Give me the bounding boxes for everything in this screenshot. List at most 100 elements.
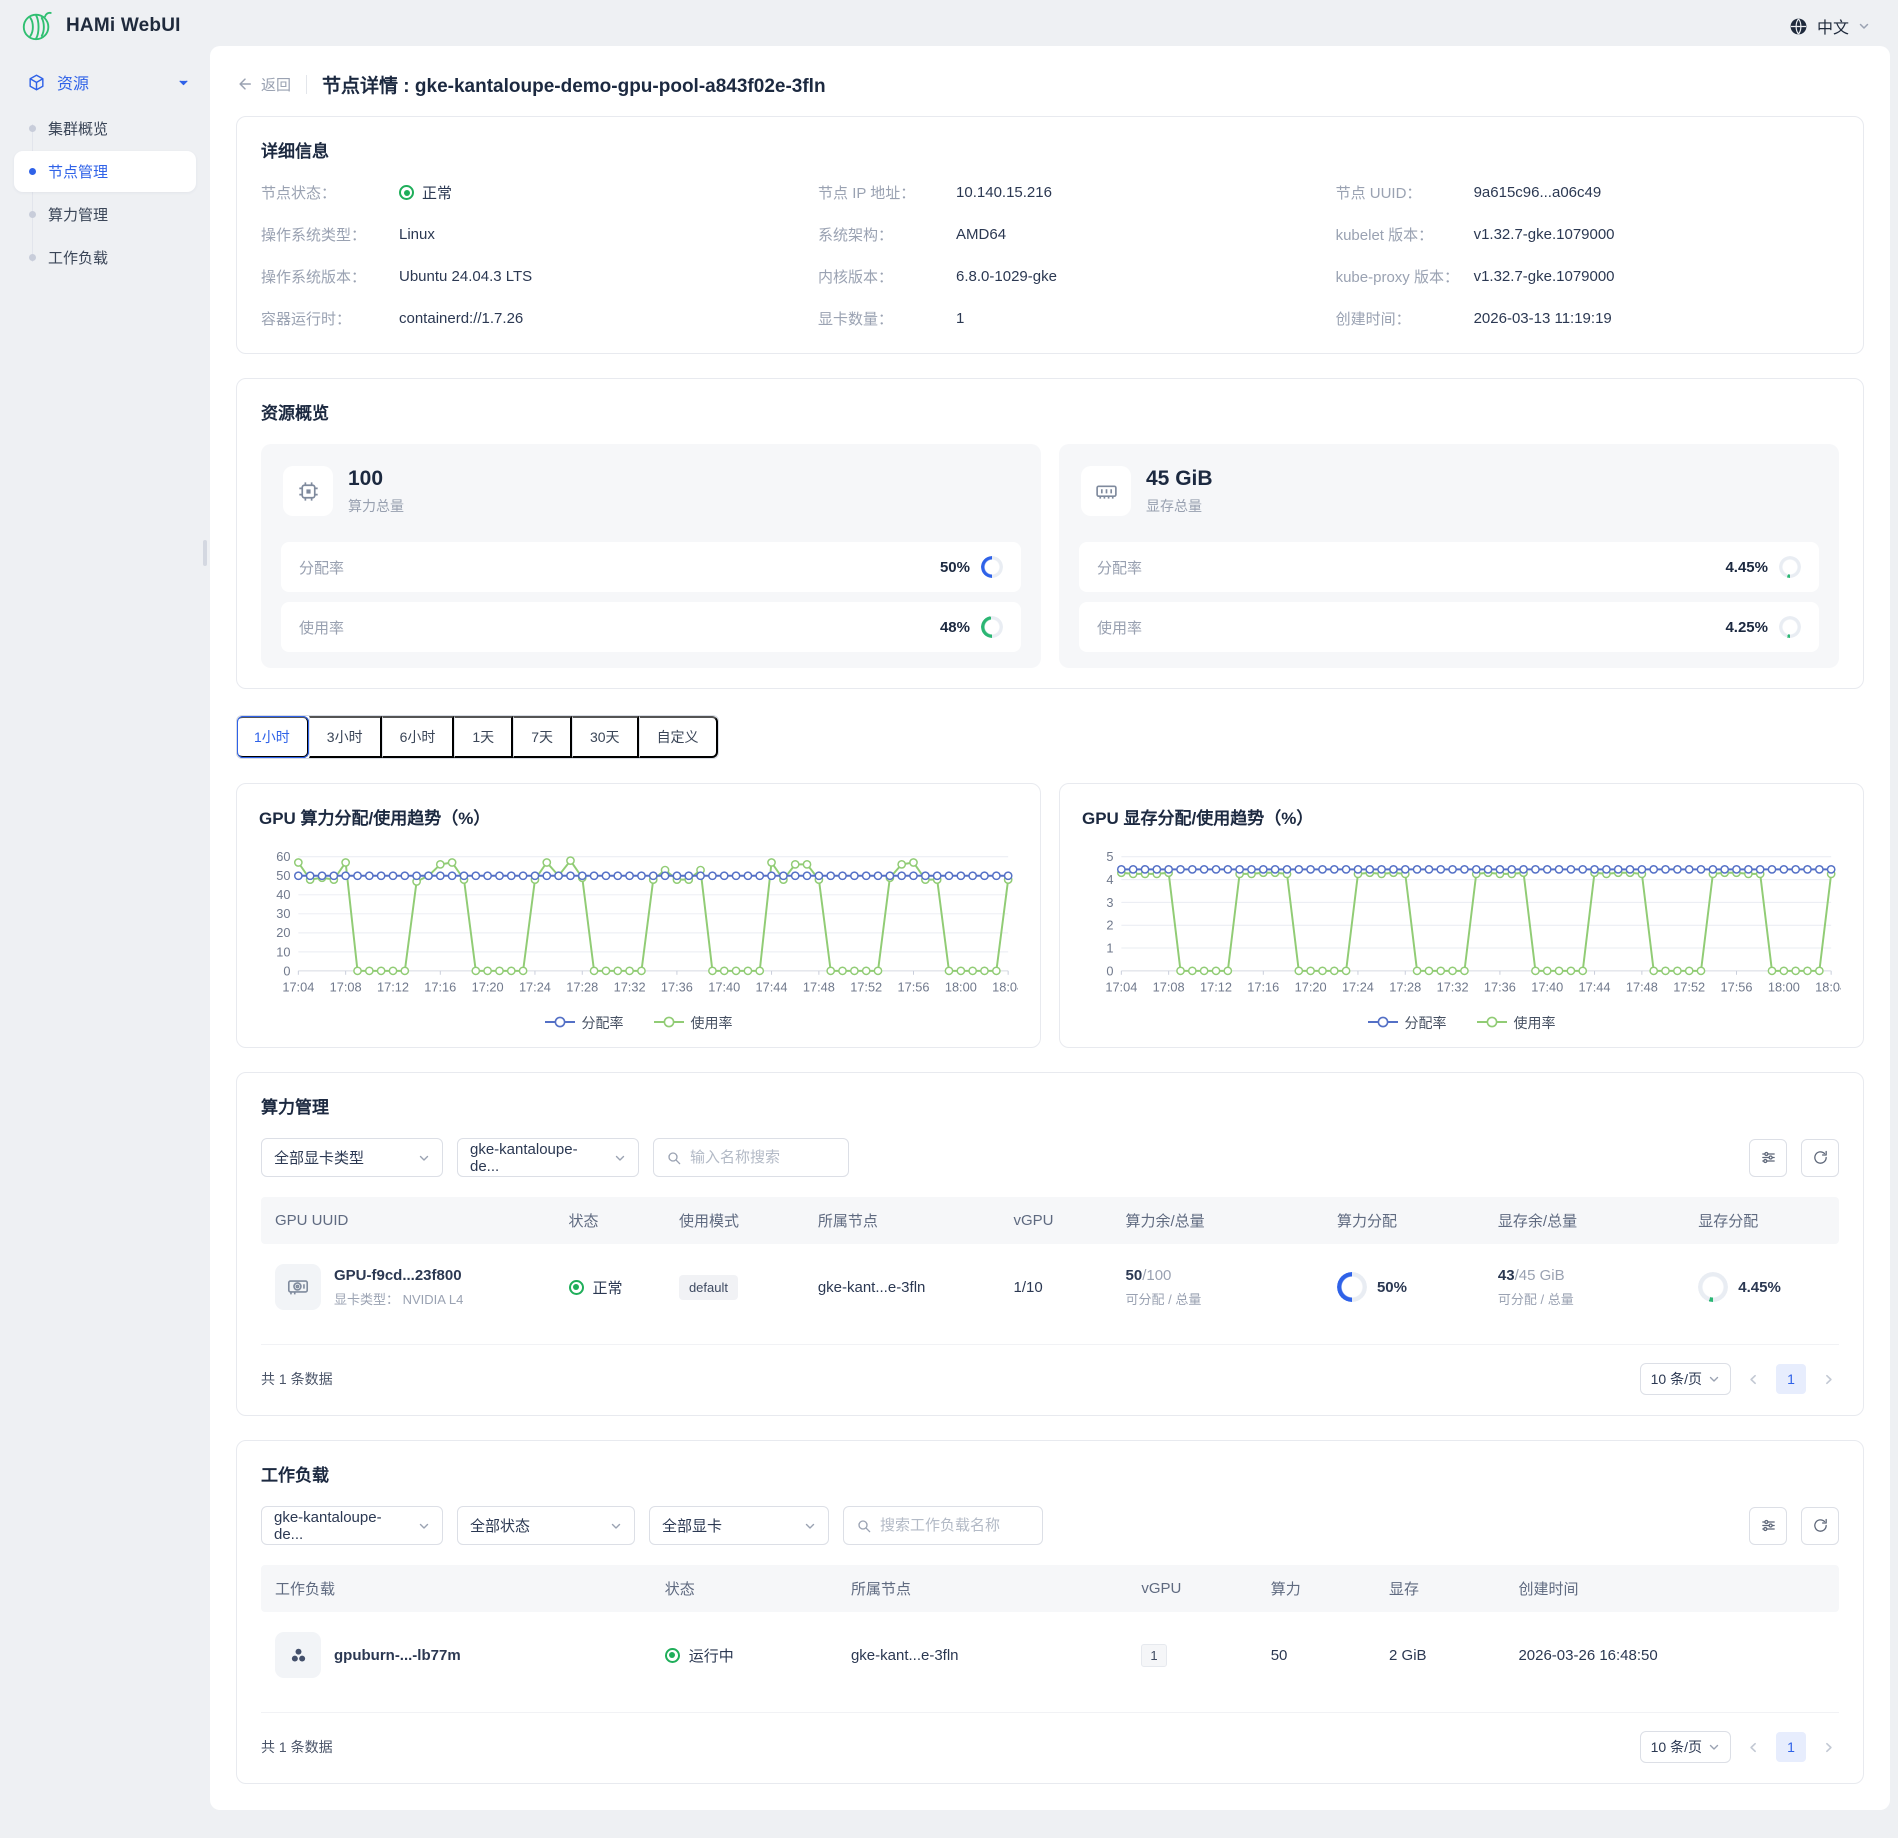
legend-label: 分配率 <box>1405 1013 1447 1033</box>
table-header-row: GPU UUID状态使用模式所属节点vGPU算力余/总量算力分配显存余/总量显存… <box>261 1197 1839 1244</box>
column-header: 状态 <box>651 1578 837 1599</box>
legend-item-使用率[interactable]: 使用率 <box>654 1013 733 1033</box>
column-header: 显存余/总量 <box>1484 1210 1684 1231</box>
total-count: 共 1 条数据 <box>261 1737 333 1757</box>
memory-alloc: 4.45% <box>1698 1272 1781 1302</box>
workload-name: gpuburn-...-lb77m <box>334 1647 461 1664</box>
time-range-button-1天[interactable]: 1天 <box>454 716 513 758</box>
rate-label: 分配率 <box>299 557 344 578</box>
compute-table: GPU UUID状态使用模式所属节点vGPU算力余/总量算力分配显存余/总量显存… <box>261 1197 1839 1330</box>
page-number-button[interactable]: 1 <box>1776 1364 1806 1394</box>
column-header: 显存 <box>1375 1578 1504 1599</box>
back-button[interactable]: 返回 <box>236 74 291 95</box>
time-range-button-30天[interactable]: 30天 <box>572 716 639 758</box>
refresh-button[interactable] <box>1801 1139 1839 1177</box>
topbar: HAMi WebUI 中文 <box>0 0 1898 46</box>
sidebar-item-算力管理[interactable]: 算力管理 <box>14 194 196 235</box>
sidebar-item-工作负载[interactable]: 工作负载 <box>14 237 196 278</box>
status-badge: 运行中 <box>665 1645 734 1666</box>
app-logo: HAMi WebUI <box>20 9 181 43</box>
page-number-button[interactable]: 1 <box>1776 1732 1806 1762</box>
next-page-button[interactable] <box>1818 1737 1839 1758</box>
svg-text:17:44: 17:44 <box>1579 979 1611 994</box>
detail-value-text: 9a615c96...a06c49 <box>1474 184 1602 201</box>
detail-value-text: AMD64 <box>956 226 1006 243</box>
status-text: 正常 <box>593 1277 623 1298</box>
svg-text:17:40: 17:40 <box>708 979 740 994</box>
column-header: 所属节点 <box>837 1578 1127 1599</box>
sidebar-section-resources[interactable]: 资源 <box>0 60 210 104</box>
status-dot-icon <box>569 1280 584 1295</box>
svg-text:0: 0 <box>283 963 290 978</box>
svg-text:18:04: 18:04 <box>992 979 1018 994</box>
chevron-down-icon <box>1708 1741 1720 1753</box>
gpu-type-select-value: 全部显卡类型 <box>274 1147 364 1168</box>
page-size-select[interactable]: 10 条/页 <box>1640 1363 1731 1395</box>
workload-search-input[interactable] <box>880 1517 1020 1534</box>
rate-percent: 4.25% <box>1725 619 1768 636</box>
donut-gauge <box>1779 616 1801 638</box>
time-range-button-7天[interactable]: 7天 <box>513 716 572 758</box>
svg-text:17:16: 17:16 <box>1247 979 1279 994</box>
gpu-entity-text: GPU-f9cd...23f800显卡类型： NVIDIA L4 <box>334 1267 463 1308</box>
resource-card-label: 算力总量 <box>348 496 404 516</box>
svg-text:1: 1 <box>1106 940 1113 955</box>
column-settings-button[interactable] <box>1749 1139 1787 1177</box>
table-row[interactable]: GPU-f9cd...23f800显卡类型： NVIDIA L4正常defaul… <box>261 1244 1839 1330</box>
compute-search-input[interactable] <box>690 1149 830 1166</box>
sidebar-resize-handle[interactable] <box>203 540 207 566</box>
gpu-type-select[interactable]: 全部显卡类型 <box>261 1138 443 1177</box>
time-range-button-自定义[interactable]: 自定义 <box>639 716 718 758</box>
language-selector[interactable]: 中文 <box>1789 14 1870 38</box>
node-name: gke-kant...e-3fln <box>818 1279 926 1296</box>
workload-search[interactable] <box>843 1506 1043 1545</box>
detail-label: kube-proxy 版本： <box>1336 266 1474 287</box>
detail-value-text: 正常 <box>422 182 452 203</box>
column-settings-button[interactable] <box>1749 1507 1787 1545</box>
detail-field: 操作系统类型：Linux <box>261 224 794 245</box>
sidebar-item-集群概览[interactable]: 集群概览 <box>14 108 196 149</box>
workload-card-select[interactable]: 全部显卡 <box>649 1506 829 1545</box>
compute-section-card: 算力管理 全部显卡类型 gke-kantaloupe-de... <box>236 1072 1864 1416</box>
chevron-down-icon <box>418 1520 430 1532</box>
refresh-button[interactable] <box>1801 1507 1839 1545</box>
workload-node-select[interactable]: gke-kantaloupe-de... <box>261 1506 443 1545</box>
time-range-button-3小时[interactable]: 3小时 <box>309 716 382 758</box>
workload-section-card: 工作负载 gke-kantaloupe-de... 全部状态 全部显卡 <box>236 1440 1864 1784</box>
table-row[interactable]: gpuburn-...-lb77m运行中gke-kant...e-3fln150… <box>261 1612 1839 1698</box>
time-range-button-1小时[interactable]: 1小时 <box>237 716 309 758</box>
svg-text:17:24: 17:24 <box>1342 979 1374 994</box>
time-range-button-6小时[interactable]: 6小时 <box>382 716 455 758</box>
svg-text:17:28: 17:28 <box>1389 979 1421 994</box>
chevron-down-icon <box>614 1152 626 1164</box>
compute-alloc: 50% <box>1337 1272 1407 1302</box>
detail-field: 节点 UUID：9a615c96...a06c49 <box>1336 182 1839 203</box>
workload-entity: gpuburn-...-lb77m <box>275 1632 461 1678</box>
cube-icon <box>27 73 46 92</box>
rate-label: 使用率 <box>299 617 344 638</box>
svg-text:17:52: 17:52 <box>850 979 882 994</box>
line-chart: 010203040506017:0417:0817:1217:1617:2017… <box>259 845 1018 1004</box>
workload-status-select[interactable]: 全部状态 <box>457 1506 635 1545</box>
legend-item-分配率[interactable]: 分配率 <box>1368 1013 1447 1033</box>
prev-page-button[interactable] <box>1743 1737 1764 1758</box>
detail-value: v1.32.7-gke.1079000 <box>1474 268 1615 285</box>
detail-field: 容器运行时：containerd://1.7.26 <box>261 308 794 329</box>
globe-icon <box>1789 17 1808 36</box>
legend-item-分配率[interactable]: 分配率 <box>545 1013 624 1033</box>
next-page-button[interactable] <box>1818 1369 1839 1390</box>
svg-text:17:44: 17:44 <box>756 979 788 994</box>
page-size-select[interactable]: 10 条/页 <box>1640 1731 1731 1763</box>
sidebar-item-label: 集群概览 <box>48 118 108 139</box>
memory-free-total: 43/45 GiB <box>1498 1267 1574 1284</box>
resource-rate-row: 使用率48% <box>281 602 1021 652</box>
gpu-uuid: GPU-f9cd...23f800 <box>334 1267 463 1284</box>
prev-page-button[interactable] <box>1743 1369 1764 1390</box>
svg-text:17:48: 17:48 <box>803 979 835 994</box>
legend-item-使用率[interactable]: 使用率 <box>1477 1013 1556 1033</box>
compute-search[interactable] <box>653 1138 849 1177</box>
table-cell: 2 GiB <box>1375 1647 1504 1664</box>
svg-text:17:40: 17:40 <box>1531 979 1563 994</box>
sidebar-item-节点管理[interactable]: 节点管理 <box>14 151 196 192</box>
node-select[interactable]: gke-kantaloupe-de... <box>457 1138 639 1177</box>
